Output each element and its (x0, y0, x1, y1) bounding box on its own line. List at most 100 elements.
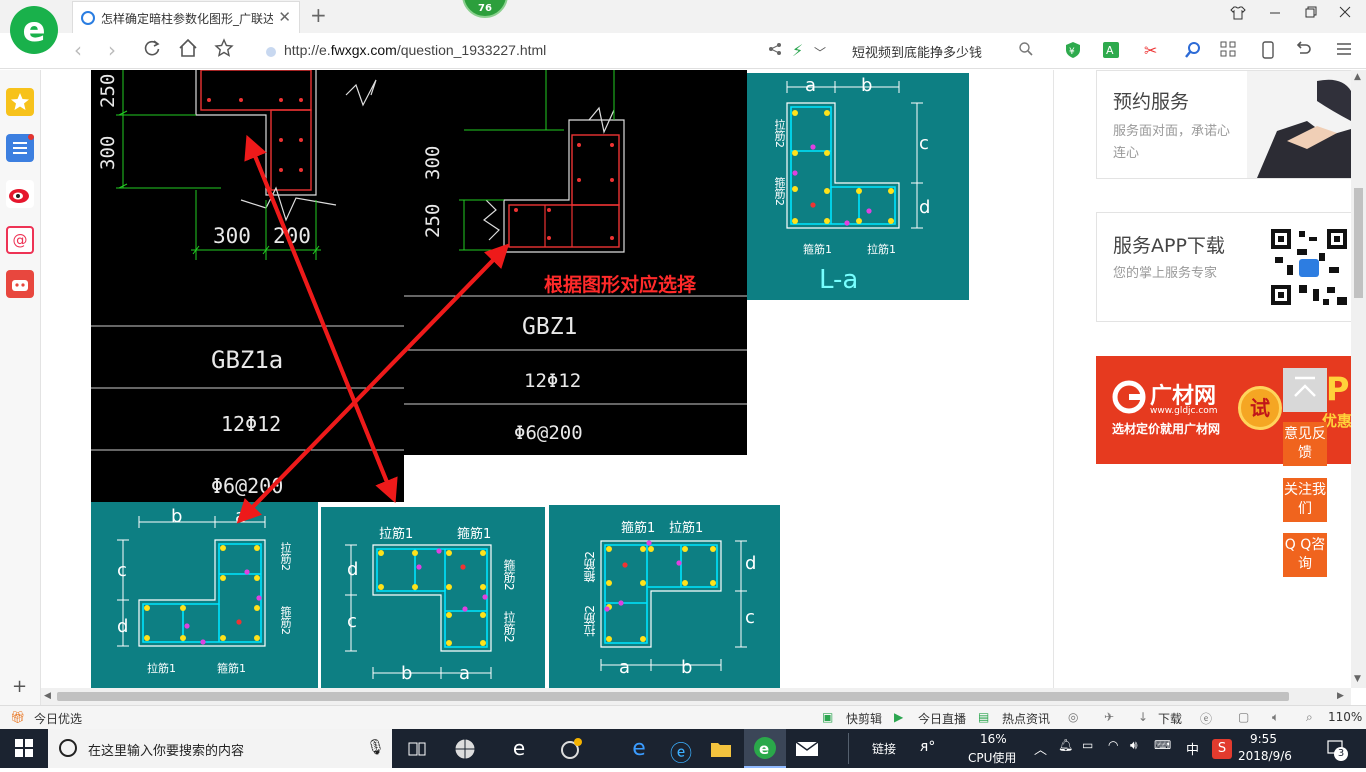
vertical-scroll-thumb[interactable] (1354, 188, 1363, 298)
chevron-down-icon[interactable]: ﹀ (814, 44, 826, 61)
back-icon[interactable]: ‹ (74, 38, 82, 62)
home-icon[interactable] (178, 38, 198, 63)
reading-list-icon[interactable] (6, 134, 34, 162)
service-card[interactable]: 预约服务 服务面对面，承诺心连心 (1096, 70, 1351, 179)
qq-consult-button[interactable]: Q Q咨询 (1283, 533, 1327, 577)
news-icon[interactable]: ▤ (978, 710, 989, 724)
browser-logo-icon[interactable]: e (10, 6, 58, 54)
hot-search-text[interactable]: 短视频到底能挣多少钱 (852, 42, 982, 61)
wifi-icon[interactable]: ◠ (1108, 738, 1118, 752)
minimize-icon[interactable] (1268, 5, 1282, 23)
follow-us-button[interactable]: 关注我们 (1283, 478, 1327, 522)
zoom-icon[interactable]: ⌕ (1306, 710, 1313, 725)
feedback-button[interactable]: 意见反馈 (1283, 422, 1327, 466)
close-window-icon[interactable] (1338, 5, 1352, 23)
page-content: 250 300 300 200 GBZ1a 12Φ12 Φ6@200 300 2… (41, 70, 1351, 688)
svg-text:e: e (759, 740, 769, 758)
translate-icon[interactable]: A (1102, 41, 1120, 63)
pin-icon[interactable]: ✈ (1104, 710, 1114, 724)
restore-icon[interactable] (1304, 5, 1318, 23)
file-explorer-icon[interactable] (708, 736, 734, 762)
magnifier-icon[interactable] (1184, 41, 1202, 63)
kuaijian-icon[interactable]: ▣ (822, 710, 833, 724)
edge-browser-icon[interactable]: e (506, 736, 532, 762)
tab-title: 怎样确定暗柱参数化图形_广联达 (101, 12, 273, 26)
pinwheel-app-icon[interactable] (452, 736, 478, 762)
service-title: 预约服务 (1113, 91, 1190, 113)
score-badge[interactable]: 76 (462, 0, 508, 18)
sound-icon[interactable]: 🔈︎ (1272, 710, 1279, 725)
clock-date[interactable]: 2018/9/6 (1238, 749, 1292, 763)
scroll-left-icon[interactable]: ◀ (44, 691, 51, 701)
add-icon[interactable]: + (12, 676, 27, 697)
game-icon[interactable] (6, 270, 34, 298)
keyboard-icon[interactable]: ⌨ (1154, 738, 1171, 752)
sogou-ime-icon[interactable]: S (1212, 739, 1232, 759)
mail-icon[interactable] (794, 736, 820, 762)
volume-icon[interactable]: 🔊︎ (1130, 738, 1138, 753)
scroll-right-icon[interactable]: ▶ (1337, 691, 1344, 701)
ime-indicator[interactable]: 中 (1186, 739, 1199, 758)
app-subtitle: 您的掌上服务专家 (1113, 266, 1218, 281)
refresh-icon[interactable] (142, 38, 162, 63)
download-icon[interactable]: ↓ (1138, 710, 1148, 724)
apps-grid-icon[interactable] (1220, 41, 1236, 61)
taskbar-search[interactable]: 在这里输入你要搜索的内容 🎙︎ (48, 729, 392, 768)
lightning-icon[interactable]: ⚡ (792, 41, 803, 60)
horizontal-scroll-thumb[interactable] (57, 692, 1289, 701)
site-info-icon[interactable] (266, 47, 276, 57)
email-icon[interactable]: @ (6, 226, 34, 254)
zoom-level[interactable]: 110% (1328, 710, 1362, 724)
battery-icon[interactable]: ▭ (1082, 738, 1093, 752)
weibo-icon[interactable] (6, 180, 34, 208)
menu-icon[interactable] (1336, 41, 1352, 60)
forward-icon[interactable]: › (108, 38, 116, 62)
back-to-top-button[interactable] (1283, 368, 1327, 412)
vertical-scrollbar[interactable]: ▲ ▼ (1351, 70, 1366, 688)
new-tab-button[interactable]: + (310, 3, 327, 27)
matching-arrows (236, 134, 510, 524)
cortana-icon (58, 738, 78, 762)
live-icon[interactable]: ▶ (894, 710, 903, 724)
microphone-icon[interactable]: 🎙︎ (366, 738, 385, 756)
qr-code-icon[interactable] (1269, 227, 1349, 307)
start-windows-icon[interactable] (15, 739, 33, 761)
scroll-up-icon[interactable]: ▲ (1354, 72, 1361, 82)
shirt-skin-icon[interactable] (1230, 5, 1246, 25)
ie-icon[interactable]: ⓔ (668, 736, 694, 767)
news-link[interactable]: 热点资讯 (1002, 710, 1050, 727)
people-icon[interactable]: ᴙ° (920, 739, 935, 755)
task-view-icon[interactable] (404, 736, 430, 762)
download-link[interactable]: 下载 (1158, 710, 1182, 727)
undo-icon[interactable] (1294, 41, 1312, 61)
scissors-icon[interactable]: ✂ (1144, 41, 1157, 60)
shield-status-icon[interactable]: ◎ (1068, 710, 1078, 724)
browser-tab[interactable]: 怎样确定暗柱参数化图形_广联达 ✕ (72, 1, 300, 33)
gift-icon[interactable]: 🎁︎ (10, 710, 25, 724)
today-picks-link[interactable]: 今日优选 (34, 710, 82, 727)
edge-icon[interactable]: e (626, 736, 652, 762)
notification-bell-icon[interactable]: 🔔︎ (1058, 738, 1073, 752)
favorites-star-icon[interactable] (6, 88, 34, 116)
horizontal-scrollbar[interactable]: ◀ ▶ (41, 688, 1351, 705)
share-icon[interactable] (768, 41, 782, 60)
clock-time[interactable]: 9:55 (1250, 732, 1277, 746)
show-hidden-icon[interactable]: ︿ (1034, 739, 1047, 758)
kuaijian-link[interactable]: 快剪辑 (846, 710, 882, 727)
live-link[interactable]: 今日直播 (918, 710, 966, 727)
url-bar[interactable]: http://e.fwxgx.com/question_1933227.html (284, 42, 546, 58)
link-toolbar[interactable]: 链接 (872, 740, 896, 757)
window-icon[interactable]: ▢ (1238, 710, 1249, 724)
tab-close-icon[interactable]: ✕ (278, 8, 291, 26)
favorite-star-icon[interactable] (214, 38, 234, 63)
mobile-icon[interactable] (1262, 41, 1274, 63)
search-icon[interactable] (1018, 41, 1034, 61)
ie-mode-icon[interactable]: ⓔ (1200, 710, 1212, 727)
active-browser-task[interactable]: e (744, 729, 786, 768)
guangcai-logo-icon (1112, 380, 1146, 414)
app-download-card[interactable]: 服务APP下载 您的掌上服务专家 (1096, 212, 1351, 322)
navigation-bar: ‹ › http://e.fwxgx.com/question_1933227.… (0, 33, 1366, 69)
app-notification-icon[interactable] (558, 736, 584, 762)
scroll-down-icon[interactable]: ▼ (1354, 674, 1361, 684)
shield-icon[interactable]: ¥ (1064, 41, 1082, 63)
